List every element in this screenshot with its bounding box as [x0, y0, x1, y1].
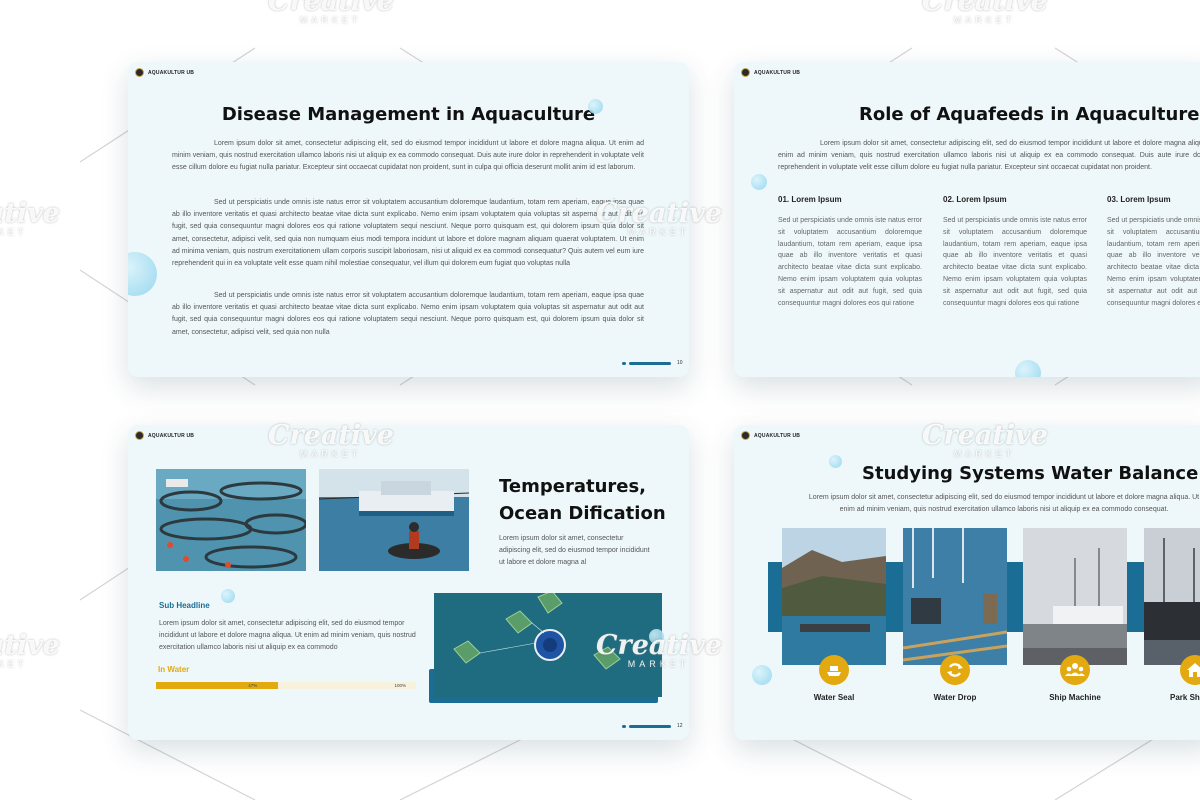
decor-bubble	[751, 174, 767, 190]
in-water-progress-bar: 47% 100%	[156, 682, 416, 689]
slide-disease-management[interactable]: AQUAKULTUR UB Disease Management in Aqua…	[128, 62, 689, 377]
column-heading: 01. Lorem Ipsum	[778, 195, 842, 204]
brand-name: AQUAKULTUR UB	[754, 69, 801, 76]
pager-bar	[629, 724, 671, 728]
decor-bubble	[649, 629, 664, 644]
column-text: Sed ut perspiciatis unde omnis iste natu…	[1107, 217, 1200, 307]
page-indicator: 10	[622, 360, 683, 366]
brand-name: AQUAKULTUR UB	[148, 69, 195, 76]
pager-bar	[629, 361, 671, 365]
decor-bubble	[1015, 360, 1041, 377]
pager-dot	[622, 361, 626, 365]
watermark: CreativeMARKET	[922, 0, 1048, 25]
boats-photo	[319, 469, 469, 571]
decor-bubble	[221, 589, 235, 603]
dock-photo	[903, 528, 1007, 665]
item-icon-badge	[1060, 655, 1090, 685]
coast-photo	[782, 528, 886, 665]
body-text: Lorem ipsum dolor sit amet, consectetur …	[499, 535, 650, 567]
brand-logo-icon	[135, 68, 144, 77]
progress-fill	[156, 682, 279, 689]
brand-header: AQUAKULTUR UB	[741, 431, 800, 440]
item-label: Water Seal	[813, 693, 855, 702]
brand-name: AQUAKULTUR UB	[754, 432, 801, 439]
title-line: Ocean Dification	[499, 503, 666, 524]
slide-aquafeeds[interactable]: AQUAKULTUR UB Role of Aquafeeds in Aquac…	[734, 62, 1200, 377]
aerial-nets-photo	[434, 593, 662, 697]
watermark: CreativeMARKET	[0, 630, 60, 669]
column-heading: 03. Lorem Ipsum	[1107, 195, 1171, 204]
item-icon-badge	[819, 655, 849, 685]
harbor-photo	[1023, 528, 1127, 665]
watermark: CreativeMARKET	[268, 0, 394, 25]
brand-header: AQUAKULTUR UB	[741, 68, 800, 77]
column-heading: 02. Lorem Ipsum	[943, 195, 1007, 204]
progress-value: 47%	[248, 683, 258, 688]
page-indicator: 12	[622, 723, 683, 729]
slide-title: Role of Aquafeeds in Aquaculture	[859, 104, 1200, 125]
brand-logo-icon	[741, 68, 750, 77]
brand-logo-icon	[135, 431, 144, 440]
column-text: Sed ut perspiciatis unde omnis iste natu…	[943, 217, 1087, 307]
decor-bubble	[752, 665, 772, 685]
sub-headline: Sub Headline	[159, 601, 210, 610]
watermark: CreativeMARKET	[0, 198, 60, 237]
column-text: Sed ut perspiciatis unde omnis iste natu…	[778, 217, 922, 307]
home-icon	[1187, 663, 1200, 677]
paragraph: Sed ut perspiciatis unde omnis iste natu…	[172, 292, 644, 336]
slide-title: Disease Management in Aquaculture	[221, 104, 596, 125]
ship-photo	[1144, 528, 1200, 665]
item-label: Ship Machine	[1049, 693, 1101, 702]
decor-bubble	[588, 99, 603, 114]
fish-cages-photo	[156, 469, 306, 571]
brand-header: AQUAKULTUR UB	[135, 431, 194, 440]
pager-dot	[622, 724, 626, 728]
intro-paragraph: Lorem ipsum dolor sit amet, consectetur …	[778, 140, 1200, 172]
brand-name: AQUAKULTUR UB	[148, 432, 195, 439]
page-number: 12	[677, 723, 683, 729]
intro-paragraph: Lorem ipsum dolor sit amet, consectetur …	[808, 494, 1200, 514]
slide-title: Studying Systems Water Balance	[862, 463, 1199, 484]
in-water-label: In Water	[158, 665, 190, 674]
item-icon-badge	[1180, 655, 1200, 685]
group-icon	[1065, 663, 1085, 676]
decor-bubble	[829, 455, 842, 468]
sub-text: Lorem ipsum dolor sit amet, consectetur …	[159, 620, 416, 652]
title-line: Temperatures,	[499, 476, 647, 497]
decor-bubble	[128, 252, 157, 296]
slide-water-balance[interactable]: AQUAKULTUR UB Studying Systems Water Bal…	[734, 425, 1200, 740]
item-label: Park Sh	[1170, 693, 1200, 702]
item-icon-badge	[940, 655, 970, 685]
progress-max: 100%	[394, 683, 406, 688]
brand-logo-icon	[741, 431, 750, 440]
item-label: Water Drop	[933, 693, 977, 702]
brand-header: AQUAKULTUR UB	[135, 68, 194, 77]
boat-icon	[827, 666, 841, 676]
paragraph: Sed ut perspiciatis unde omnis iste natu…	[172, 199, 644, 268]
slide-title: Temperatures, Ocean Dification	[499, 473, 666, 527]
paragraph: Lorem ipsum dolor sit amet, consectetur …	[172, 140, 644, 172]
page-number: 10	[677, 360, 683, 366]
slide-temperatures[interactable]: AQUAKULTUR UB Temperatures, Ocean Difica…	[128, 425, 689, 740]
recycle-icon	[947, 663, 963, 677]
